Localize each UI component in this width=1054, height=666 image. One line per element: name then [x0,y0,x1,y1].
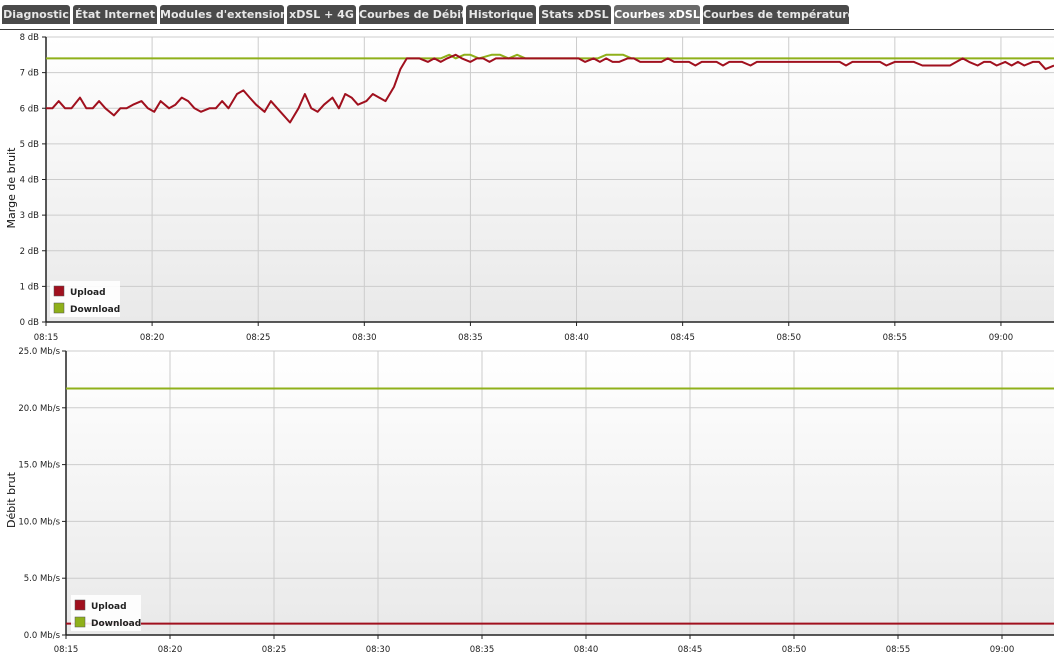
legend: Upload Download [50,281,120,317]
y-axis-title: Débit brut [5,471,18,528]
plot-area [66,351,1054,635]
y-tick-label: 3 dB [20,211,40,221]
y-tick-label: 25.0 Mb/s [18,347,60,357]
x-tick-label: 08:20 [158,645,183,655]
y-tick-label: 0.0 Mb/s [24,631,61,641]
x-tick-label: 08:25 [246,333,271,343]
x-tick-label: 08:40 [574,645,599,655]
legend-label-upload: Upload [91,602,127,612]
legend-swatch-upload [74,599,86,611]
x-tick-label: 09:00 [989,333,1014,343]
y-tick-label: 5 dB [20,140,40,150]
chart-1: 0 dB 1 dB 2 dB 3 dB 4 dB 5 dB 6 dB 7 dB 8 dB 08:1… [5,33,1054,343]
x-tick-label: 08:45 [678,645,703,655]
y-tick-label: 5.0 Mb/s [24,574,61,584]
y-axis-title: Marge de bruit [5,147,18,229]
y-tick-label: 10.0 Mb/s [18,517,60,527]
x-tick-label: 08:45 [670,333,695,343]
legend-label-upload: Upload [70,288,106,298]
legend-swatch-download [74,616,86,628]
y-tick-label: 7 dB [20,69,40,79]
legend-swatch-upload [53,285,65,297]
x-tick-label: 08:20 [140,333,165,343]
y-tick-label: 20.0 Mb/s [18,404,60,414]
legend: Upload Download [71,595,141,631]
x-tick-label: 08:35 [470,645,495,655]
y-tick-label: 8 dB [20,33,40,43]
legend-swatch-download [53,302,65,314]
y-tick-label: 6 dB [20,104,40,114]
y-tick-label: 15.0 Mb/s [18,461,60,471]
x-tick-label: 08:25 [262,645,287,655]
y-tick-label: 1 dB [20,282,40,292]
x-tick-label: 09:00 [990,645,1015,655]
x-tick-label: 08:55 [886,645,911,655]
x-tick-label: 08:30 [352,333,377,343]
x-tick-label: 08:55 [883,333,908,343]
x-tick-label: 08:15 [54,645,79,655]
x-tick-label: 08:35 [458,333,483,343]
x-tick-label: 08:40 [564,333,589,343]
x-tick-label: 08:30 [366,645,391,655]
chart-2: 0.0 Mb/s 5.0 Mb/s 10.0 Mb/s 15.0 Mb/s 20.0 M… [5,347,1054,655]
xdsl-charts: 0 dB 1 dB 2 dB 3 dB 4 dB 5 dB 6 dB 7 dB 8 dB 08:1… [5,33,1054,655]
y-tick-label: 2 dB [20,247,40,257]
x-tick-label: 08:50 [776,333,801,343]
y-tick-label: 0 dB [20,318,40,328]
x-tick-label: 08:15 [34,333,59,343]
legend-label-download: Download [70,305,120,315]
y-tick-label: 4 dB [20,176,40,186]
legend-label-download: Download [91,619,141,629]
x-tick-label: 08:50 [782,645,807,655]
